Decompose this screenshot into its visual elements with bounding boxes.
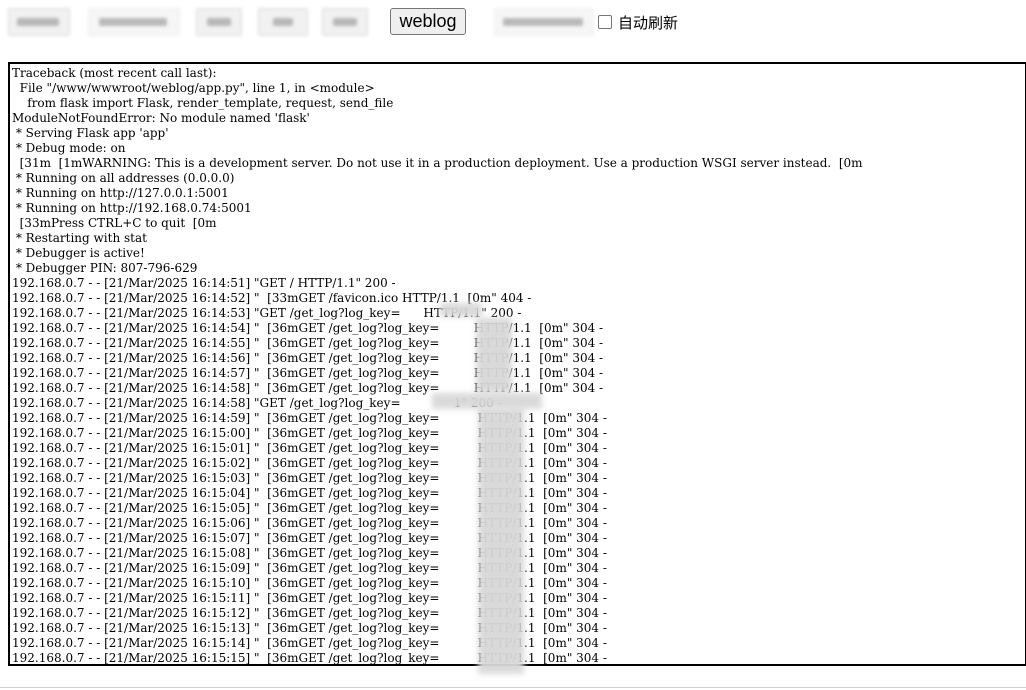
log-line: * Debugger is active! [12,246,145,260]
weblog-button[interactable]: weblog [390,8,466,35]
log-line: 192.168.0.7 - - [21/Mar/2025 16:14:52] "… [12,291,532,305]
redaction-overlay [432,393,542,409]
log-line: [33mPress CTRL+C to quit [0m [12,216,217,230]
log-line: * Running on http://192.168.0.74:5001 [12,201,252,215]
redacted-button-4[interactable] [258,8,308,36]
log-line: 192.168.0.7 - - [21/Mar/2025 16:14:53] "… [12,306,522,320]
log-line: 192.168.0.7 - - [21/Mar/2025 16:14:56] "… [12,351,604,365]
log-line: * Debug mode: on [12,141,126,155]
redaction-overlay [440,303,482,317]
log-line: ModuleNotFoundError: No module named 'fl… [12,111,310,125]
page-bottom-divider [0,687,1026,688]
log-line: * Running on all addresses (0.0.0.0) [12,171,235,185]
log-line: * Serving Flask app 'app' [12,126,169,140]
auto-refresh-checkbox[interactable] [598,15,612,29]
log-line: from flask import Flask, render_template… [12,96,394,110]
log-line: [31m [1mWARNING: This is a development s… [12,156,863,170]
redacted-button-5[interactable] [322,8,368,36]
redaction-overlay [476,318,512,393]
log-line: 192.168.0.7 - - [21/Mar/2025 16:14:55] "… [12,336,604,350]
redaction-overlay [478,408,524,674]
log-line: 192.168.0.7 - - [21/Mar/2025 16:14:51] "… [12,276,396,290]
redacted-button-2[interactable] [88,8,180,36]
log-line: File "/www/wwwroot/weblog/app.py", line … [12,81,375,95]
redacted-select[interactable] [494,8,594,36]
log-line: * Running on http://127.0.0.1:5001 [12,186,229,200]
log-line: 192.168.0.7 - - [21/Mar/2025 16:14:57] "… [12,366,604,380]
toolbar: weblog 自动刷新 [0,0,1026,44]
log-line: Traceback (most recent call last): [12,66,217,80]
redacted-button-1[interactable] [8,8,70,36]
log-line: 192.168.0.7 - - [21/Mar/2025 16:14:54] "… [12,321,604,335]
log-line: * Debugger PIN: 807-796-629 [12,261,198,275]
auto-refresh-label: 自动刷新 [618,13,679,32]
redacted-button-3[interactable] [196,8,242,36]
auto-refresh-toggle[interactable]: 自动刷新 [598,12,678,32]
log-line: * Restarting with stat [12,231,147,245]
